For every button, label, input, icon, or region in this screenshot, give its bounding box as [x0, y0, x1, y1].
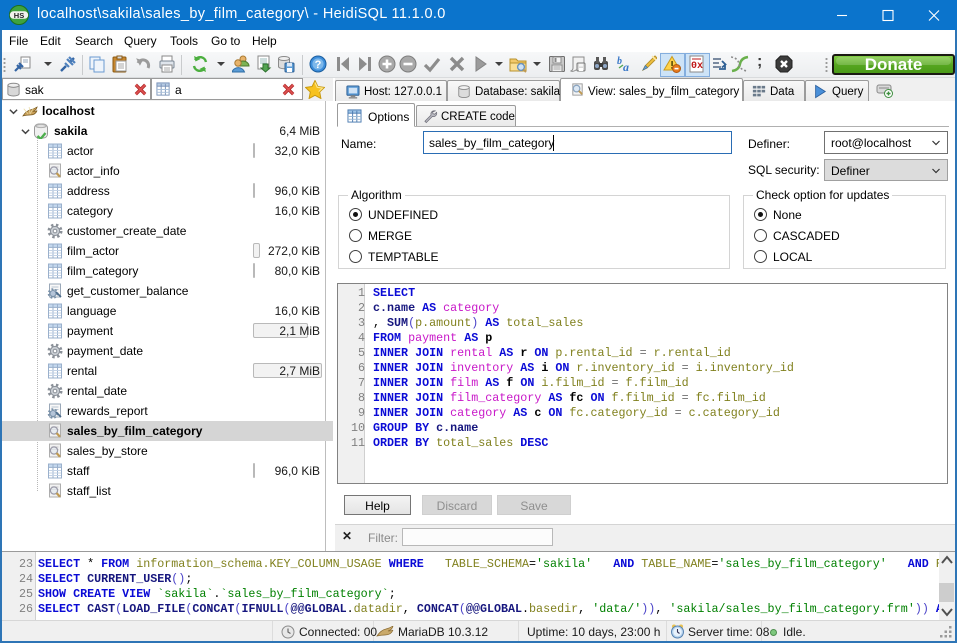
svg-text:HS: HS [14, 11, 24, 20]
svg-text:?: ? [315, 59, 322, 71]
svg-text:b: b [617, 56, 622, 67]
svg-text:a: a [623, 60, 629, 73]
svg-text:0x: 0x [691, 61, 703, 72]
